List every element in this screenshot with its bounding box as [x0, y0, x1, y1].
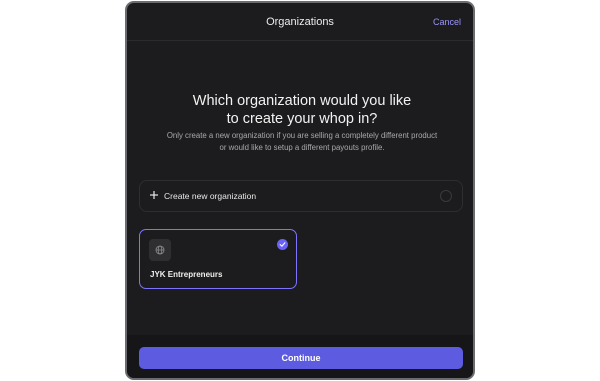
modal-title: Organizations [266, 16, 334, 28]
check-selected-icon [277, 239, 288, 250]
globe-icon [155, 245, 165, 255]
organization-name: JYK Entrepreneurs [150, 270, 223, 279]
organization-card[interactable]: JYK Entrepreneurs [139, 229, 297, 289]
page-title: Which organization would you like to cre… [192, 93, 412, 127]
description-text: Only create a new organization if you ar… [166, 131, 438, 152]
plus-icon [150, 191, 158, 199]
organization-avatar [149, 239, 171, 261]
create-new-organization-label: Create new organization [164, 191, 257, 201]
cancel-button[interactable]: Cancel [433, 17, 461, 27]
continue-button[interactable]: Continue [139, 347, 463, 369]
radio-unselected-icon[interactable] [440, 190, 452, 202]
modal-header: Organizations Cancel [127, 3, 473, 41]
organization-modal: Organizations Cancel Which organization … [125, 1, 475, 380]
modal-footer: Continue [127, 335, 473, 378]
create-new-organization-option[interactable]: Create new organization [139, 180, 463, 212]
